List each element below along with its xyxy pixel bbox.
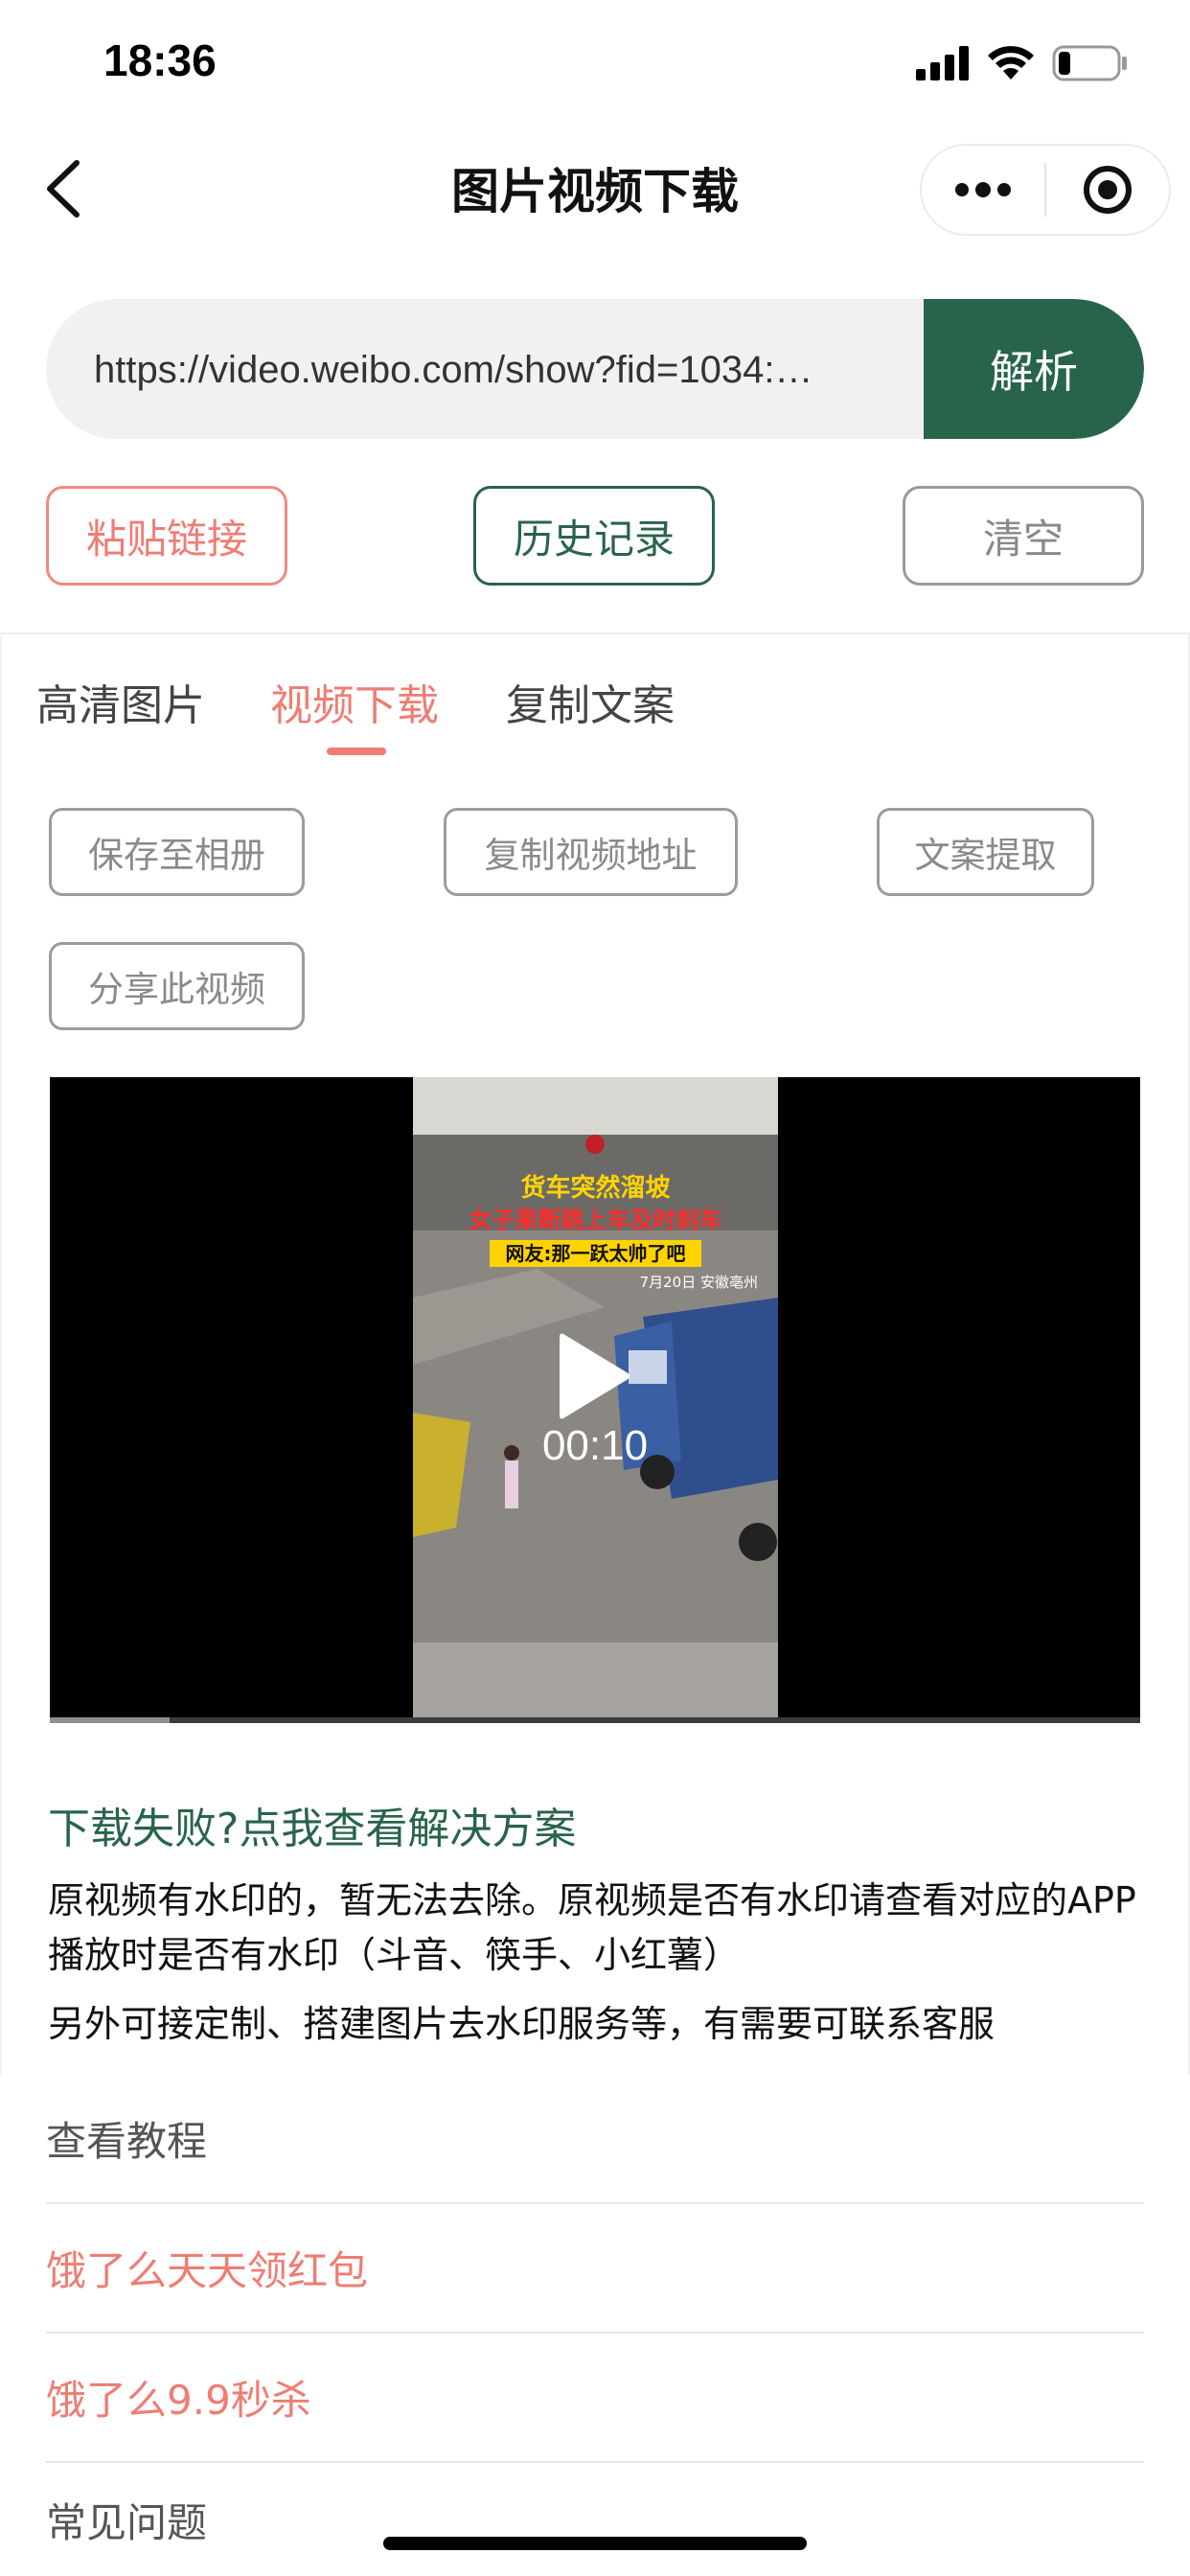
watermark-note: 原视频有水印的，暂无法去除。原视频是否有水印请查看对应的APP播放时是否有水印（… [48, 1879, 1136, 1976]
custom-service-note: 另外可接定制、搭建图片去水印服务等，有需要可联系客服 [48, 2003, 995, 2045]
list-item-faq[interactable]: 常见问题 [46, 2463, 1144, 2576]
video-caption-date: 7月20日 安徽亳州 [639, 1274, 758, 1291]
paste-link-button[interactable]: 粘贴链接 [46, 486, 287, 586]
active-tab-indicator [327, 748, 386, 755]
url-bar: 解析 [46, 299, 1144, 439]
wifi-icon [988, 46, 1034, 80]
status-icons [916, 38, 1129, 88]
video-progress-bar[interactable] [50, 1717, 1140, 1723]
list-item-eleme-flash-sale[interactable]: 饿了么9.9秒杀 [46, 2334, 1144, 2463]
parse-button[interactable]: 解析 [924, 299, 1144, 439]
share-video-button[interactable]: 分享此视频 [49, 942, 305, 1030]
video-caption-3: 网友:那一跃太帅了吧 [490, 1240, 701, 1267]
download-failed-link[interactable]: 下载失败?点我查看解决方案 [48, 1794, 576, 1855]
video-progress-fill [50, 1717, 171, 1723]
more-button[interactable] [922, 146, 1044, 234]
list-item-tutorial[interactable]: 查看教程 [46, 2075, 1144, 2204]
tab-hd-images[interactable]: 高清图片 [36, 671, 205, 732]
more-icon [955, 182, 1011, 197]
battery-icon [1052, 45, 1127, 81]
list-item-eleme-red-packet[interactable]: 饿了么天天领红包 [46, 2204, 1144, 2334]
history-button[interactable]: 历史记录 [473, 486, 715, 586]
mini-program-capsule [920, 144, 1171, 236]
close-miniprogram-button[interactable] [1046, 146, 1169, 234]
clear-button[interactable]: 清空 [903, 486, 1144, 586]
video-caption-1: 货车突然溜坡 [520, 1174, 671, 1203]
video-duration: 00:10 [541, 1422, 649, 1469]
signal-icon [916, 46, 969, 80]
save-to-album-button[interactable]: 保存至相册 [49, 808, 305, 896]
tab-copy-text[interactable]: 复制文案 [506, 671, 675, 732]
tab-video-download[interactable]: 视频下载 [270, 671, 439, 732]
target-icon [1083, 166, 1132, 214]
play-icon[interactable] [556, 1328, 632, 1424]
copy-video-url-button[interactable]: 复制视频地址 [444, 808, 738, 896]
status-time: 18:36 [103, 35, 217, 85]
extract-text-button[interactable]: 文案提取 [877, 808, 1094, 896]
video-player[interactable]: 货车突然溜坡 女子果断跳上车及时刹车 网友:那一跃太帅了吧 7月20日 安徽亳州… [50, 1077, 1140, 1723]
home-indicator [383, 2537, 807, 2550]
video-caption-2: 女子果断跳上车及时刹车 [469, 1207, 722, 1233]
url-input[interactable] [92, 299, 966, 439]
